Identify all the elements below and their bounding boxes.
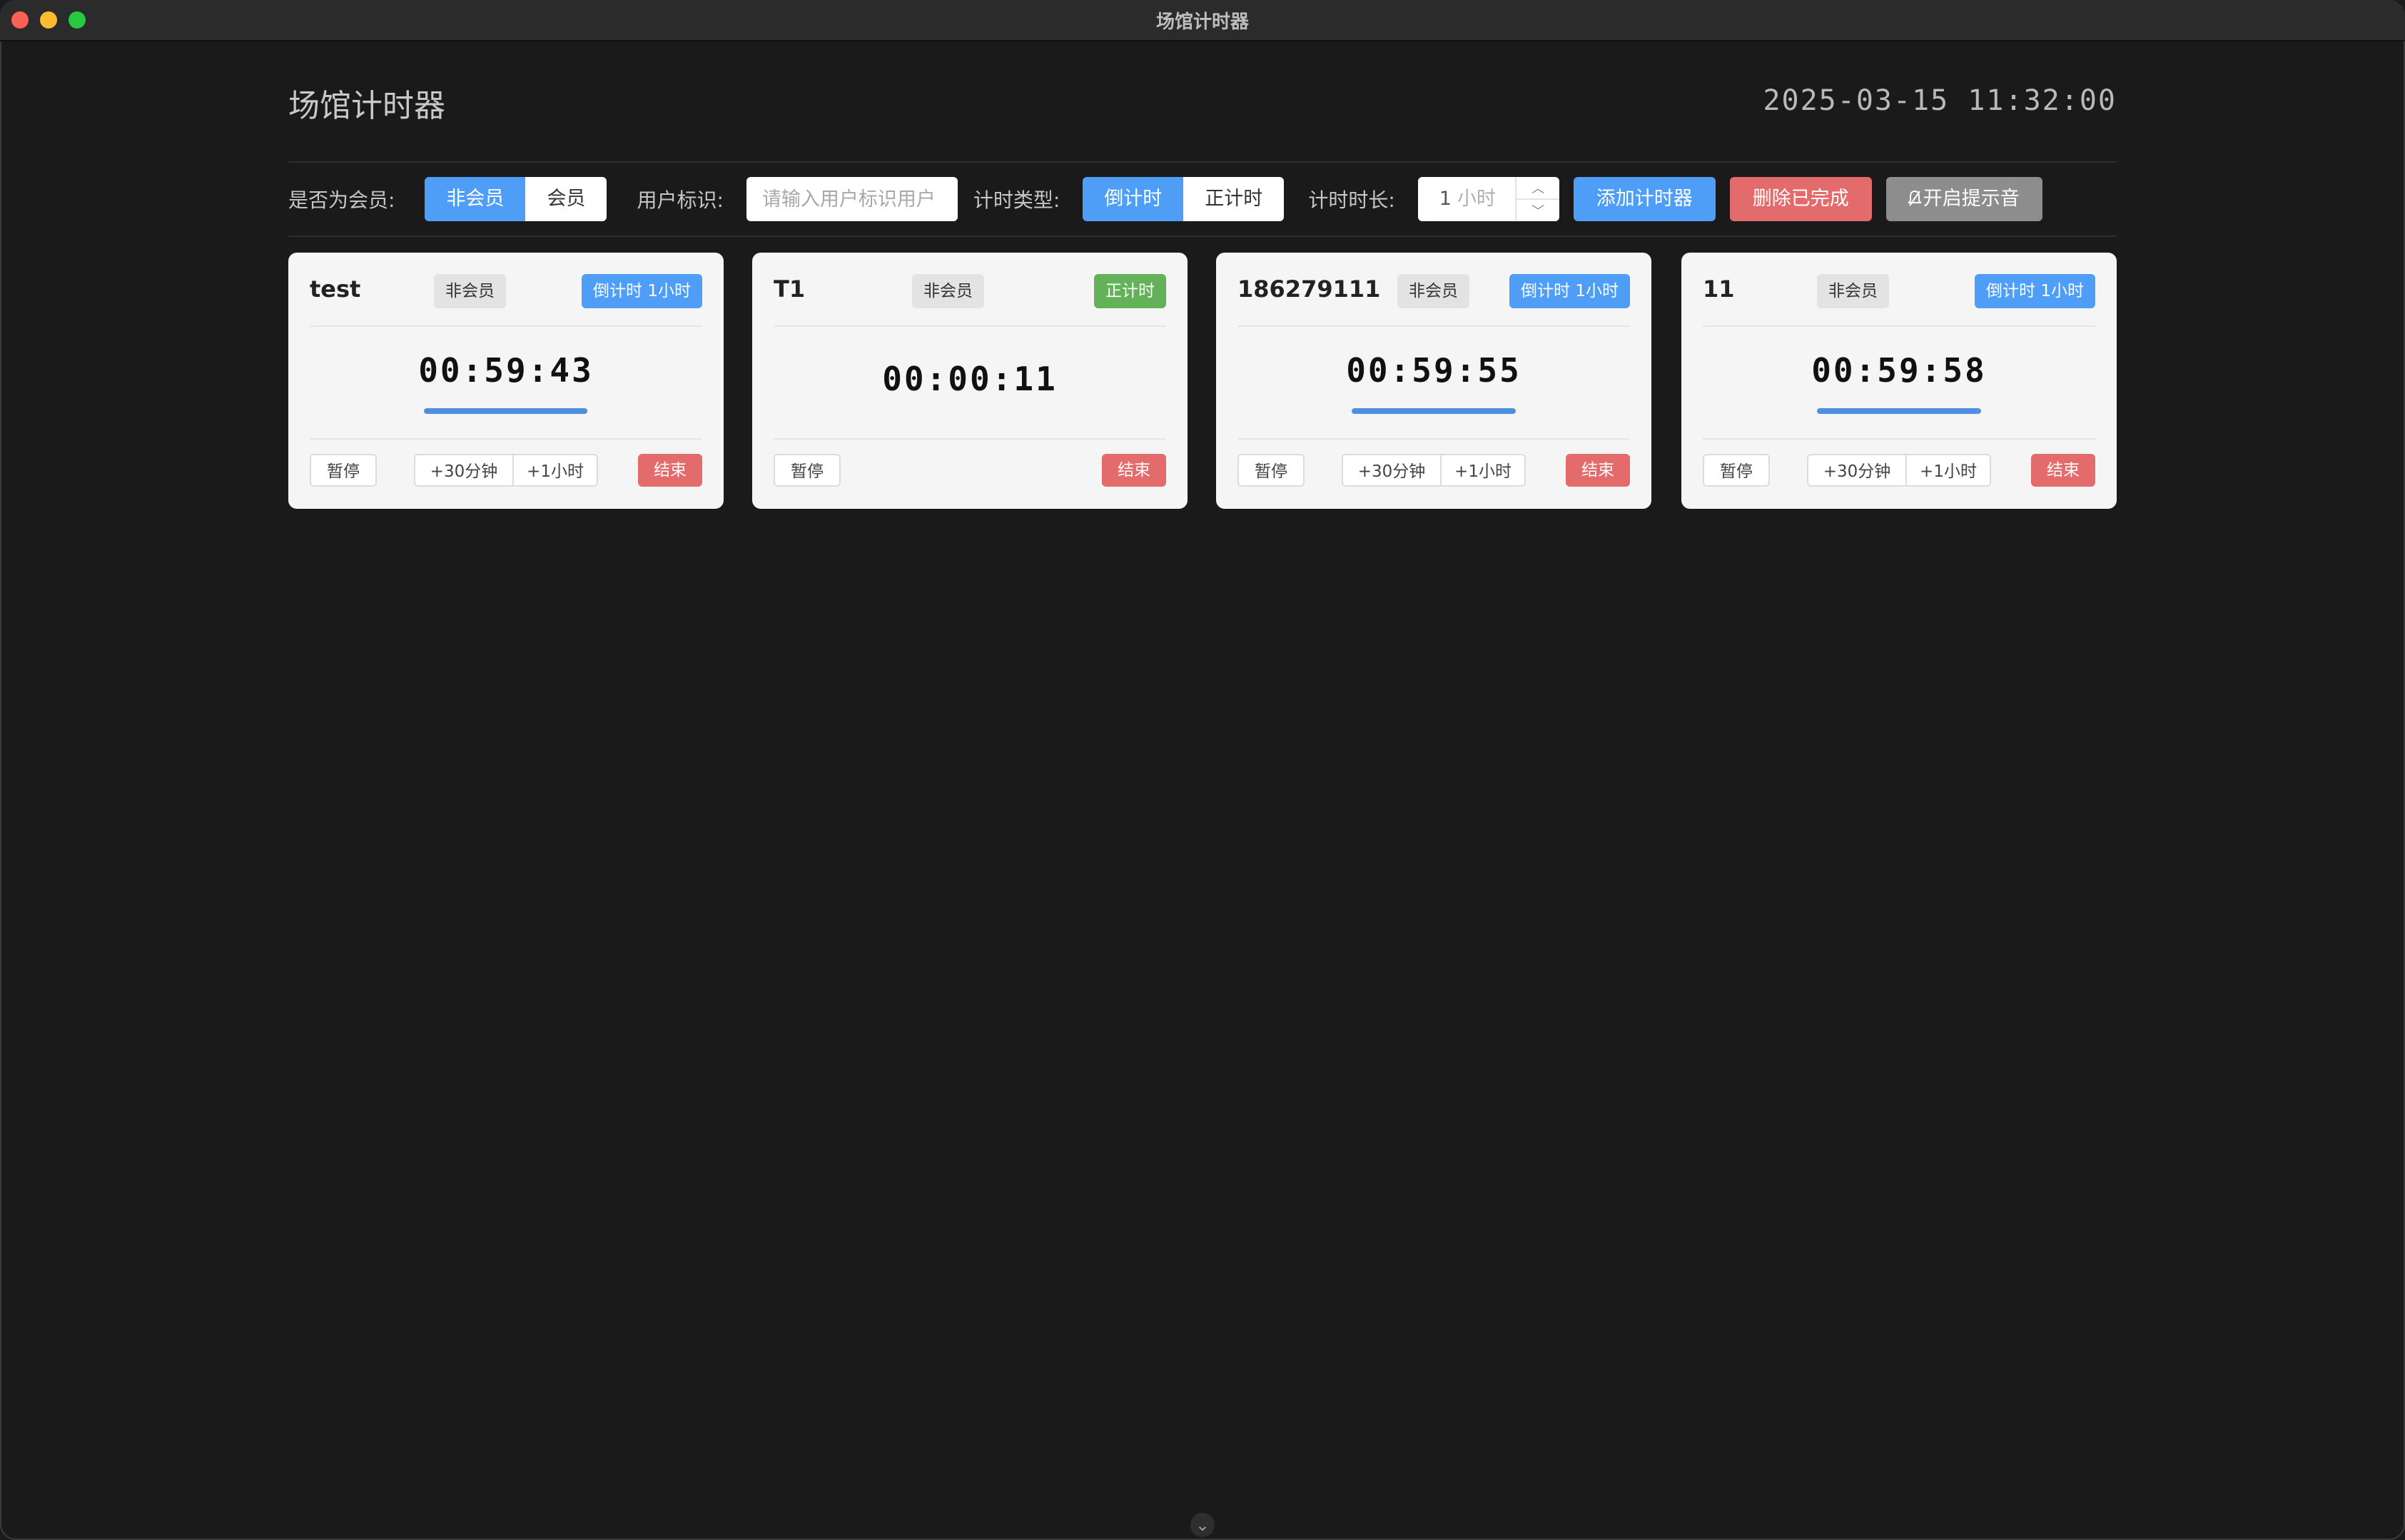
timer-display: 00:59:58	[1811, 351, 1987, 390]
timer-progress	[424, 408, 588, 414]
card-divider	[310, 438, 702, 440]
delete-completed-button[interactable]: 删除已完成	[1729, 177, 1872, 221]
end-button[interactable]: 结束	[638, 454, 702, 487]
user-id-label: 用户标识:	[637, 188, 724, 212]
pause-button[interactable]: 暂停	[310, 454, 377, 487]
card-divider	[1237, 438, 1630, 440]
card-user-name: 11	[1703, 275, 1735, 303]
stepper-arrows: ︿ ﹀	[1515, 177, 1559, 221]
countup-option[interactable]: 正计时	[1183, 177, 1285, 221]
title-bar: 场馆计时器	[0, 0, 2405, 41]
timer-type-badge: 正计时	[1094, 274, 1166, 308]
member-badge: 非会员	[1397, 274, 1469, 308]
enable-sound-button[interactable]: 开启提示音	[1885, 177, 2042, 221]
user-id-input[interactable]	[746, 177, 958, 221]
timer-card: 11 非会员 倒计时 1小时 00:59:58 暂停 +30分钟 +1小时 结束	[1681, 253, 2117, 509]
member-label: 是否为会员:	[288, 188, 395, 212]
timer-progress-fill	[1352, 408, 1516, 414]
timer-display: 00:59:43	[418, 351, 594, 390]
duration-number: 1	[1439, 188, 1452, 210]
timer-progress	[1817, 408, 1981, 414]
member-badge: 非会员	[912, 274, 984, 308]
card-divider	[774, 438, 1166, 440]
timer-type-badge: 倒计时 1小时	[1509, 274, 1630, 308]
card-header: test 非会员 倒计时 1小时	[310, 253, 702, 327]
duration-label: 计时时长:	[1308, 188, 1395, 212]
end-button[interactable]: 结束	[1102, 454, 1166, 487]
timer-progress	[1352, 408, 1516, 414]
divider	[288, 161, 2117, 163]
duration-unit: 小时	[1457, 188, 1496, 210]
end-button[interactable]: 结束	[1566, 454, 1630, 487]
timer-progress-fill	[424, 408, 587, 414]
app-window: 场馆计时器 场馆计时器 2025-03-15 11:32:00 是否为会员: 非…	[0, 0, 2405, 1540]
end-button[interactable]: 结束	[2031, 454, 2095, 487]
card-user-name: T1	[774, 275, 806, 303]
increment-icon[interactable]: ︿	[1517, 177, 1559, 198]
timer-card: test 非会员 倒计时 1小时 00:59:43 暂停 +30分钟 +1小时 …	[288, 253, 724, 509]
toolbar: 是否为会员: 非会员 会员 用户标识: 计时类型: 倒计时 正计时 计时时长: …	[288, 177, 2057, 221]
pause-button[interactable]: 暂停	[774, 454, 841, 487]
pause-button[interactable]: 暂停	[1237, 454, 1305, 487]
add-1hour-button[interactable]: +1小时	[1440, 454, 1526, 487]
card-divider	[1703, 438, 2095, 440]
divider	[288, 235, 2117, 237]
add-1hour-button[interactable]: +1小时	[512, 454, 598, 487]
member-badge: 非会员	[434, 274, 506, 308]
add-30min-button[interactable]: +30分钟	[414, 454, 514, 487]
timer-type-toggle: 倒计时 正计时	[1083, 177, 1285, 221]
timer-display: 00:00:11	[882, 360, 1058, 398]
timer-progress-fill	[1817, 408, 1981, 414]
countdown-option[interactable]: 倒计时	[1083, 177, 1184, 221]
chevron-down-icon[interactable]: ⌄	[1190, 1513, 1215, 1537]
timer-card: 186279111 非会员 倒计时 1小时 00:59:55 暂停 +30分钟 …	[1216, 253, 1651, 509]
timer-card: T1 非会员 正计时 00:00:11 暂停 结束	[752, 253, 1188, 509]
duration-value[interactable]: 1 小时	[1418, 177, 1516, 221]
add-30min-button[interactable]: +30分钟	[1807, 454, 1907, 487]
card-header: T1 非会员 正计时	[774, 253, 1166, 327]
add-1hour-button[interactable]: +1小时	[1905, 454, 1991, 487]
non-member-option[interactable]: 非会员	[425, 177, 526, 221]
card-header: 11 非会员 倒计时 1小时	[1703, 253, 2095, 327]
duration-stepper[interactable]: 1 小时 ︿ ﹀	[1417, 177, 1559, 221]
card-header: 186279111 非会员 倒计时 1小时	[1237, 253, 1630, 327]
member-toggle: 非会员 会员	[425, 177, 607, 221]
window-title: 场馆计时器	[1155, 11, 1249, 33]
enable-sound-label: 开启提示音	[1923, 188, 2020, 210]
decrement-icon[interactable]: ﹀	[1517, 198, 1559, 221]
add-timer-button[interactable]: 添加计时器	[1573, 177, 1716, 221]
timer-type-label: 计时类型:	[973, 188, 1060, 212]
card-user-name: test	[310, 275, 361, 303]
add-30min-button[interactable]: +30分钟	[1342, 454, 1442, 487]
member-option[interactable]: 会员	[525, 177, 607, 221]
bell-off-icon	[1906, 177, 1923, 221]
timer-type-badge: 倒计时 1小时	[1975, 274, 2095, 308]
member-badge: 非会员	[1817, 274, 1889, 308]
card-user-name: 186279111	[1237, 275, 1381, 303]
timer-display: 00:59:55	[1346, 351, 1522, 390]
pause-button[interactable]: 暂停	[1703, 454, 1770, 487]
current-datetime: 2025-03-15 11:32:00	[1763, 84, 2117, 117]
timer-type-badge: 倒计时 1小时	[582, 274, 702, 308]
page-title: 场馆计时器	[288, 88, 445, 124]
